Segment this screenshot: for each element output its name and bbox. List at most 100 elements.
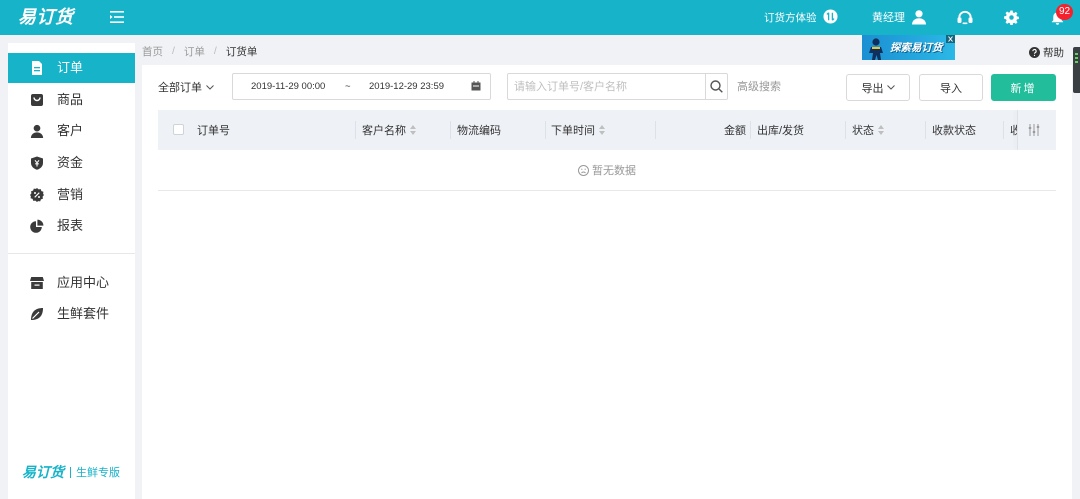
- store-icon: [30, 276, 44, 290]
- date-end[interactable]: 2019-12-29 23:59: [369, 80, 444, 93]
- user-name[interactable]: 黄经理: [872, 11, 905, 25]
- sort-icon[interactable]: [595, 125, 605, 135]
- column-label: 物流编码: [457, 125, 501, 137]
- sidebar-item-funds[interactable]: 资金: [8, 148, 135, 178]
- top-header: 易订货 订货方体验 黄经理 92: [0, 0, 1080, 35]
- sidebar-item-label: 订单: [57, 60, 84, 75]
- search-box: [507, 73, 728, 100]
- sidebar-item-reports[interactable]: 报表: [8, 211, 135, 241]
- funds-icon: [30, 156, 44, 170]
- customer-icon: [30, 124, 44, 138]
- footer-logo-text: 易订货: [22, 464, 64, 480]
- sidebar: 订单 商品 客户 资金 营销 报表 应用中心 生鲜套件 易订货 生鲜专版: [8, 43, 135, 499]
- user-icon[interactable]: [911, 9, 927, 25]
- import-label: 导入: [940, 82, 962, 95]
- column-header-order-time[interactable]: 下单时间: [551, 122, 605, 138]
- sidebar-item-label: 生鲜套件: [57, 306, 110, 321]
- support-icon[interactable]: [957, 10, 973, 25]
- gear-icon[interactable]: [1004, 10, 1019, 25]
- select-all-checkbox[interactable]: [173, 124, 184, 135]
- sidebar-item-label: 报表: [57, 218, 84, 233]
- sort-icon[interactable]: [874, 125, 884, 135]
- help-label: 帮助: [1043, 47, 1064, 59]
- demo-mode-link[interactable]: 订货方体验: [764, 11, 817, 25]
- export-button[interactable]: 导出: [846, 74, 910, 101]
- column-label: 金额: [724, 125, 746, 137]
- sidebar-item-fresh-suite[interactable]: 生鲜套件: [8, 299, 135, 329]
- sort-icon[interactable]: [406, 125, 416, 135]
- column-resize-handle[interactable]: [750, 121, 751, 139]
- advanced-search-link[interactable]: 高级搜索: [737, 80, 781, 94]
- header-logo[interactable]: 易订货: [18, 6, 74, 28]
- column-resize-handle[interactable]: [845, 121, 846, 139]
- column-resize-handle[interactable]: [545, 121, 546, 139]
- column-header-payment-status: 收款状态: [932, 122, 976, 138]
- sidebar-item-customers[interactable]: 客户: [8, 116, 135, 146]
- column-header-order-no: 订单号: [197, 122, 230, 138]
- breadcrumb-home[interactable]: 首页: [142, 44, 163, 59]
- side-dock-handle[interactable]: [1073, 47, 1080, 93]
- sidebar-item-orders[interactable]: 订单: [8, 53, 135, 83]
- frown-icon: [578, 164, 592, 176]
- column-resize-handle[interactable]: [355, 121, 356, 139]
- report-icon: [30, 219, 44, 233]
- column-label: 订单号: [197, 125, 230, 137]
- help-link[interactable]: 帮助: [1029, 46, 1064, 59]
- column-header-amount: 金额: [724, 122, 746, 138]
- breadcrumb-separator: /: [172, 45, 175, 57]
- promo-banner[interactable]: 探索易订货: [862, 35, 955, 60]
- breadcrumb-separator: /: [213, 45, 217, 57]
- sidebar-item-goods[interactable]: 商品: [8, 85, 135, 115]
- table-header: [158, 110, 1056, 150]
- sidebar-item-label: 营销: [57, 187, 84, 202]
- column-label: 出库/发货: [757, 125, 805, 137]
- order-icon: [30, 61, 44, 75]
- column-resize-handle[interactable]: [1003, 121, 1004, 139]
- empty-state: 暂无数据: [578, 163, 636, 177]
- column-resize-handle[interactable]: [655, 121, 656, 139]
- mascot-figure: [865, 37, 887, 60]
- column-header-status[interactable]: 状态: [852, 122, 884, 138]
- sidebar-footer-logo: 易订货 生鲜专版: [22, 464, 120, 480]
- chevron-down-icon: [884, 85, 895, 90]
- search-button[interactable]: [705, 74, 727, 99]
- marketing-icon: [30, 188, 44, 202]
- close-icon[interactable]: [946, 35, 955, 43]
- sidebar-item-label: 应用中心: [57, 275, 110, 290]
- sidebar-divider: [8, 253, 135, 254]
- column-label: 状态: [852, 125, 874, 137]
- column-label: 客户名称: [362, 125, 406, 137]
- breadcrumb: 首页 / 订单 / 订货单: [142, 44, 257, 58]
- fixed-column-border: [1017, 110, 1018, 150]
- column-settings-icon[interactable]: [1028, 124, 1040, 136]
- order-filter-dropdown[interactable]: 全部订单: [158, 80, 214, 94]
- column-resize-handle[interactable]: [450, 121, 451, 139]
- order-filter-label: 全部订单: [158, 82, 202, 94]
- promo-banner-text: 探索易订货: [890, 42, 943, 54]
- column-header-customer[interactable]: 客户名称: [362, 122, 416, 138]
- import-button[interactable]: 导入: [919, 74, 983, 101]
- sidebar-item-app-center[interactable]: 应用中心: [8, 268, 135, 298]
- date-separator: ~: [345, 81, 351, 92]
- column-label: 下单时间: [551, 125, 595, 137]
- date-start[interactable]: 2019-11-29 00:00: [251, 80, 325, 93]
- empty-text: 暂无数据: [592, 165, 636, 177]
- sidebar-item-label: 资金: [57, 155, 84, 170]
- breadcrumb-orders[interactable]: 订单: [184, 44, 205, 59]
- sidebar-item-marketing[interactable]: 营销: [8, 180, 135, 210]
- column-label: 收款状态: [932, 125, 976, 137]
- column-header-logistics-code: 物流编码: [457, 122, 501, 138]
- add-label: 新增: [1010, 82, 1037, 95]
- chevron-down-icon: [202, 84, 214, 90]
- search-input[interactable]: [514, 78, 702, 95]
- switch-icon[interactable]: [823, 9, 838, 24]
- menu-fold-icon[interactable]: [110, 11, 124, 23]
- column-header-shipping: 出库/发货: [757, 122, 804, 138]
- date-range-picker[interactable]: 2019-11-29 00:00 ~ 2019-12-29 23:59: [232, 73, 491, 100]
- footer-edition: 生鲜专版: [76, 467, 120, 479]
- question-circle-icon: [1029, 47, 1040, 58]
- notification-badge: 92: [1056, 4, 1074, 20]
- column-resize-handle[interactable]: [925, 121, 926, 139]
- add-order-button[interactable]: 新增: [991, 74, 1056, 101]
- leaf-icon: [30, 307, 44, 321]
